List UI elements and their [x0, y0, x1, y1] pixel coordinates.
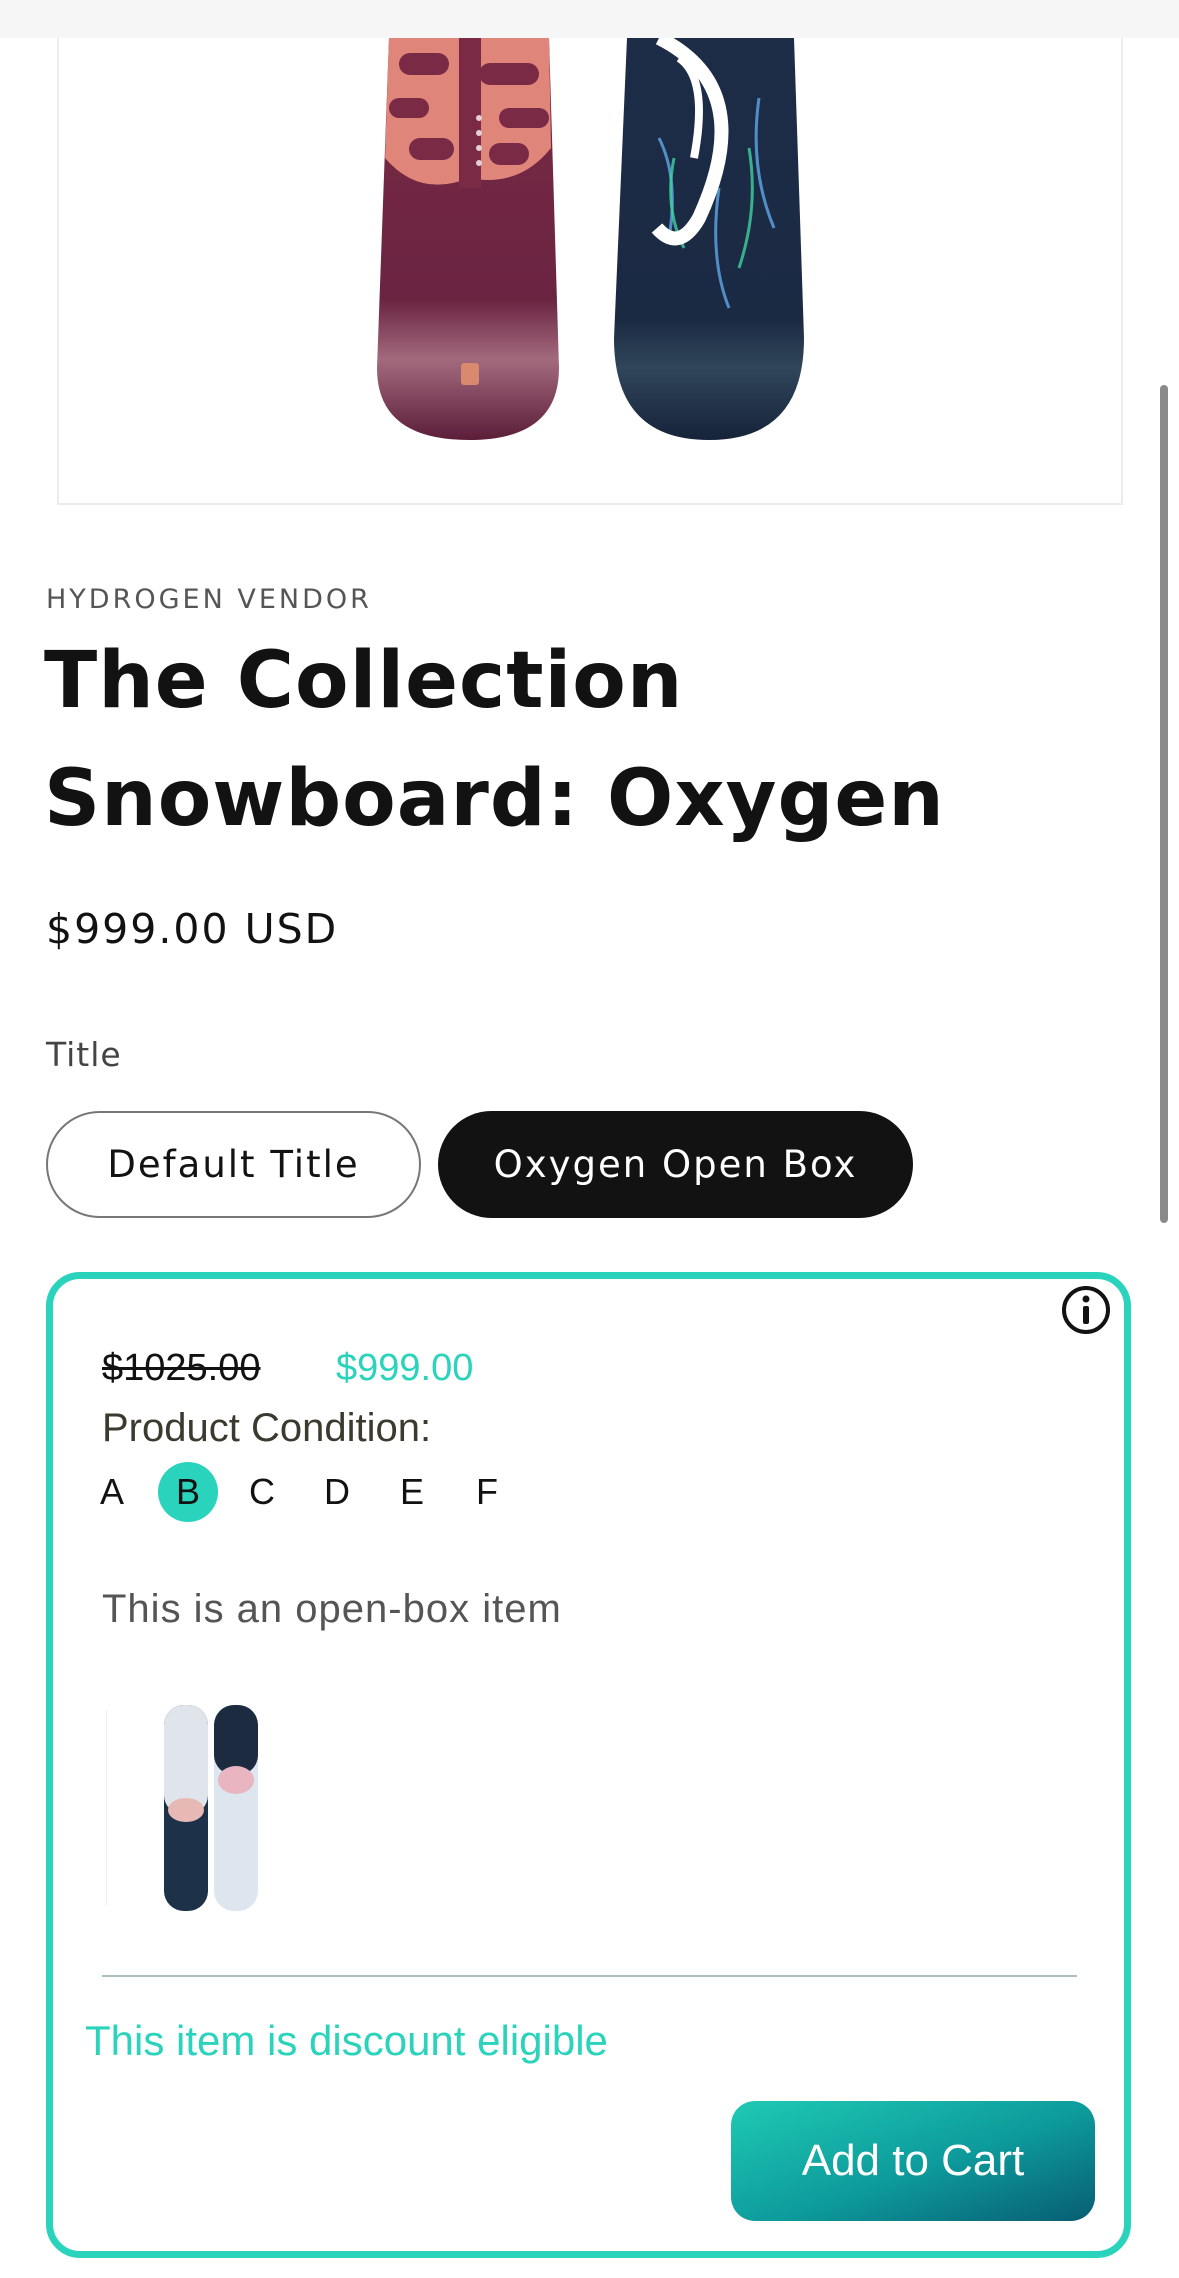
product-vendor: HYDROGEN VENDOR: [46, 584, 372, 615]
open-box-thumbnail[interactable]: [105, 1700, 266, 1915]
widget-divider: [102, 1975, 1077, 1977]
sale-price: $999.00: [336, 1347, 474, 1389]
info-icon[interactable]: [1060, 1284, 1112, 1336]
product-hero-image[interactable]: [57, 38, 1123, 505]
open-box-description: This is an open-box item: [102, 1587, 562, 1631]
snowboard-pair-image: [377, 38, 804, 440]
condition-label: Product Condition:: [102, 1406, 432, 1450]
grade-e[interactable]: E: [382, 1462, 442, 1522]
product-price: $999.00 USD: [46, 905, 339, 953]
product-title: The Collection Snowboard: Oxygen: [44, 636, 945, 844]
grade-c[interactable]: C: [232, 1462, 292, 1522]
grade-b-selected[interactable]: B: [158, 1462, 218, 1522]
original-price: $1025.00: [102, 1347, 261, 1389]
discount-eligible-note: This item is discount eligible: [85, 2017, 608, 2064]
add-to-cart-button[interactable]: Add to Cart: [731, 2101, 1095, 2221]
page-scrollbar[interactable]: [1160, 385, 1168, 1223]
top-strip: [0, 0, 1179, 38]
grade-a[interactable]: A: [82, 1462, 142, 1522]
option-label: Title: [46, 1035, 122, 1074]
grade-f[interactable]: F: [457, 1462, 517, 1522]
option-default-title[interactable]: Default Title: [46, 1111, 421, 1218]
option-oxygen-open-box[interactable]: Oxygen Open Box: [438, 1111, 913, 1218]
grade-d[interactable]: D: [307, 1462, 367, 1522]
